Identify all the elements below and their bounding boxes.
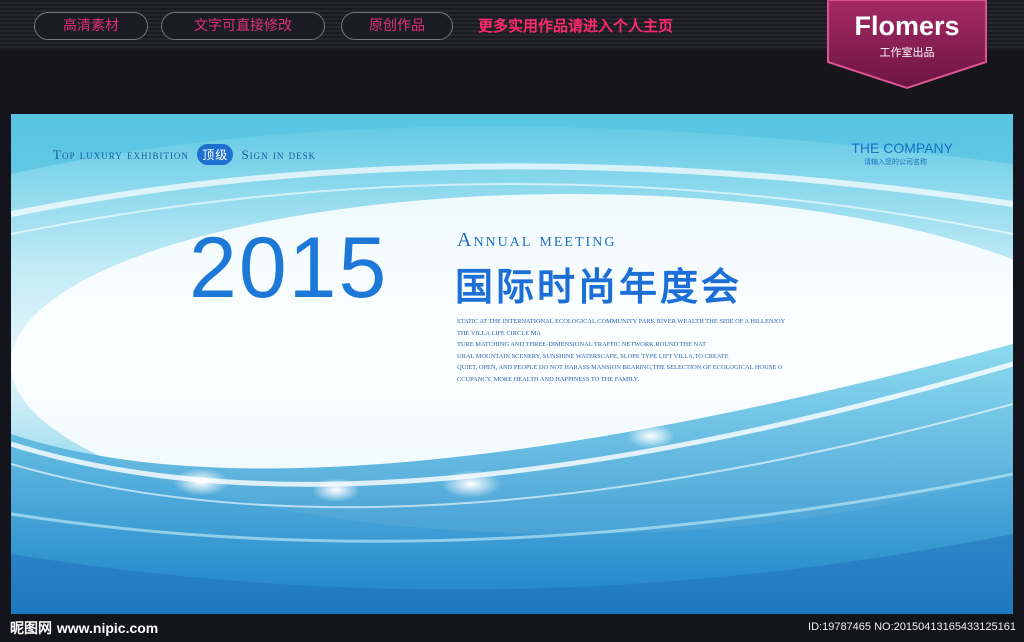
description-line: TURE MATCHING AND THREE-DIMENSIONAL TRAF…: [457, 341, 706, 349]
badge-subtitle: 工作室出品: [879, 46, 935, 59]
pill-hd-material[interactable]: 高清素材: [34, 12, 148, 40]
year-heading: 2015: [189, 220, 389, 316]
image-id: ID:19787465 NO:20150413165433125161: [808, 621, 1016, 633]
banner-artwork: Top luxury exhibition 顶级 Sign in desk TH…: [11, 114, 1013, 614]
pill-original-work[interactable]: 原创作品: [341, 12, 453, 40]
badge-title: Flomers: [854, 11, 960, 41]
company-name: THE COMPANY: [851, 140, 953, 156]
pill-editable-text[interactable]: 文字可直接修改: [161, 12, 325, 40]
description-line: QUIET, OPEN, AND PEOPLE DO NOT HARASS MA…: [457, 364, 783, 372]
tagline: Top luxury exhibition 顶级 Sign in desk: [53, 144, 316, 165]
watermark-cn: 昵图网: [10, 621, 52, 637]
watermark-site: www.nipic.com: [56, 620, 159, 636]
event-title: 国际时尚年度会: [455, 265, 743, 309]
description-line: STATIC AT THE INTERNATIONAL ECOLOGICAL C…: [457, 318, 786, 325]
tagline-tag: 顶级: [197, 144, 234, 165]
tagline-left: Top luxury exhibition: [53, 147, 189, 162]
description-line: URAL MOUNTAIN SCENERY, SUNSHINE WATERSCA…: [457, 352, 729, 360]
description-text: STATIC AT THE INTERNATIONAL ECOLOGICAL C…: [457, 316, 837, 386]
footer-bar: 昵图网 www.nipic.com ID:19787465 NO:2015041…: [0, 614, 1024, 642]
promo-link[interactable]: 更多实用作品请进入个人主页: [478, 14, 673, 38]
description-line: THE VILLA LIFE CIRCLE MA: [457, 329, 542, 337]
tagline-right: Sign in desk: [241, 147, 317, 162]
annual-meeting-heading: Annual meeting: [457, 229, 617, 251]
site-watermark[interactable]: 昵图网 www.nipic.com: [10, 618, 158, 638]
description-line: CCUPANCY, MORE HEALTH AND HAPPINESS TO T…: [457, 375, 639, 383]
studio-badge: Flomers 工作室出品: [826, 0, 988, 90]
company-subtitle: 请输入您的公司名称: [864, 158, 927, 166]
